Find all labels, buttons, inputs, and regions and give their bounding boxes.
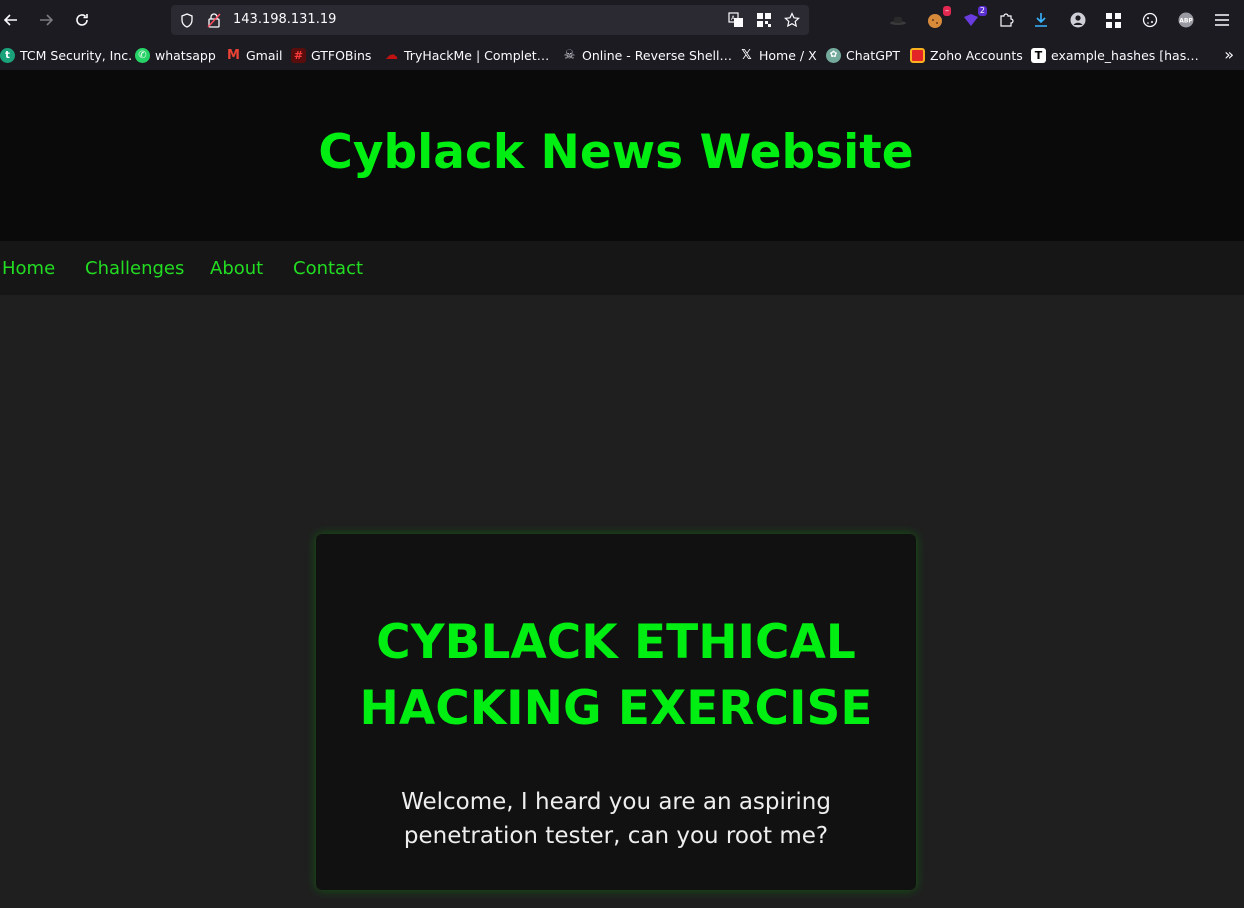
bookmark-label: TCM Security, Inc.	[20, 47, 133, 63]
cookie-extension-icon[interactable]: –	[924, 6, 951, 31]
nav-link-home[interactable]: Home	[2, 258, 55, 279]
gtfobins-icon: #	[291, 47, 306, 63]
bookmark-gtfobins[interactable]: # GTFOBins	[291, 46, 371, 64]
bookmarks-overflow-icon[interactable]: »	[1224, 45, 1234, 64]
bookmark-x[interactable]: 𝕏 Home / X	[739, 46, 817, 64]
blocked-badge: –	[943, 6, 951, 16]
site-nav: Home Challenges About Contact	[0, 241, 1244, 295]
download-icon[interactable]	[1030, 9, 1052, 31]
bookmark-label: ChatGPT	[846, 47, 901, 63]
card-title: CYBLACK ETHICAL HACKING EXERCISE	[359, 615, 873, 736]
welcome-card: CYBLACK ETHICAL HACKING EXERCISE Welcome…	[316, 534, 916, 890]
svg-text:ABP: ABP	[1179, 18, 1193, 25]
bookmark-label: Zoho Accounts	[930, 47, 1023, 63]
purple-extension-icon[interactable]: 2	[960, 6, 987, 31]
bookmark-zoho[interactable]: Zoho Accounts	[910, 46, 1023, 64]
extension-count-badge: 2	[977, 6, 987, 16]
apps-grid-icon[interactable]	[1102, 9, 1124, 31]
bookmark-label: GTFOBins	[311, 47, 372, 63]
tcm-icon: t	[0, 47, 15, 63]
bookmark-label: TryHackMe | Complet…	[404, 47, 550, 63]
account-icon[interactable]	[1067, 9, 1089, 31]
shield-icon[interactable]	[178, 11, 196, 29]
translate-icon[interactable]: A	[727, 11, 745, 29]
bookmarks-bar: t TCM Security, Inc. ✆ whatsapp M Gmail …	[0, 40, 1244, 70]
puzzle-icon[interactable]	[995, 9, 1017, 31]
hat-extension-icon[interactable]	[887, 9, 909, 31]
nav-link-challenges[interactable]: Challenges	[85, 258, 184, 279]
nav-link-about[interactable]: About	[210, 258, 263, 279]
bookmark-gmail[interactable]: M Gmail	[226, 46, 282, 64]
hashcat-icon: T	[1031, 47, 1046, 63]
chatgpt-icon: ✿	[826, 47, 841, 63]
bookmark-label: whatsapp	[155, 47, 216, 63]
adblock-icon[interactable]: ABP	[1175, 9, 1197, 31]
bookmark-label: Online - Reverse Shell…	[582, 47, 732, 63]
back-arrow-icon[interactable]	[0, 9, 22, 31]
bookmark-hashcat[interactable]: T example_hashes [has…	[1031, 46, 1199, 64]
bookmark-tcm[interactable]: t TCM Security, Inc.	[0, 46, 132, 64]
gmail-icon: M	[227, 47, 240, 63]
tryhackme-icon: ☁	[385, 47, 398, 63]
nav-link-contact[interactable]: Contact	[293, 258, 363, 279]
bookmark-label: example_hashes [has…	[1051, 47, 1199, 63]
bookmark-tryhackme[interactable]: ☁ TryHackMe | Complet…	[384, 46, 549, 64]
card-text: Welcome, I heard you are an aspiring pen…	[401, 789, 831, 849]
bookmark-reverse-shell[interactable]: ☠ Online - Reverse Shell…	[562, 46, 732, 64]
forward-arrow-icon[interactable]	[35, 9, 57, 31]
insecure-lock-icon[interactable]	[205, 11, 223, 29]
bookmark-chatgpt[interactable]: ✿ ChatGPT	[826, 46, 900, 64]
site-title: Cyblack News Website	[318, 125, 914, 180]
x-icon: 𝕏	[741, 47, 752, 63]
reload-icon[interactable]	[71, 9, 93, 31]
url-bar[interactable]: 143.198.131.19 A	[171, 5, 809, 35]
zoho-icon	[910, 47, 925, 63]
qr-code-icon[interactable]	[755, 11, 773, 29]
skull-icon: ☠	[563, 47, 576, 63]
browser-toolbar: 143.198.131.19 A – 2 ABP	[0, 0, 1244, 40]
cookie-icon[interactable]	[1139, 9, 1161, 31]
bookmark-label: Home / X	[759, 47, 817, 63]
whatsapp-icon: ✆	[135, 47, 150, 63]
bookmark-star-icon[interactable]	[783, 11, 801, 29]
menu-icon[interactable]	[1211, 9, 1233, 31]
bookmark-whatsapp[interactable]: ✆ whatsapp	[135, 46, 216, 64]
bookmark-label: Gmail	[246, 47, 283, 63]
url-text[interactable]: 143.198.131.19	[233, 12, 336, 27]
